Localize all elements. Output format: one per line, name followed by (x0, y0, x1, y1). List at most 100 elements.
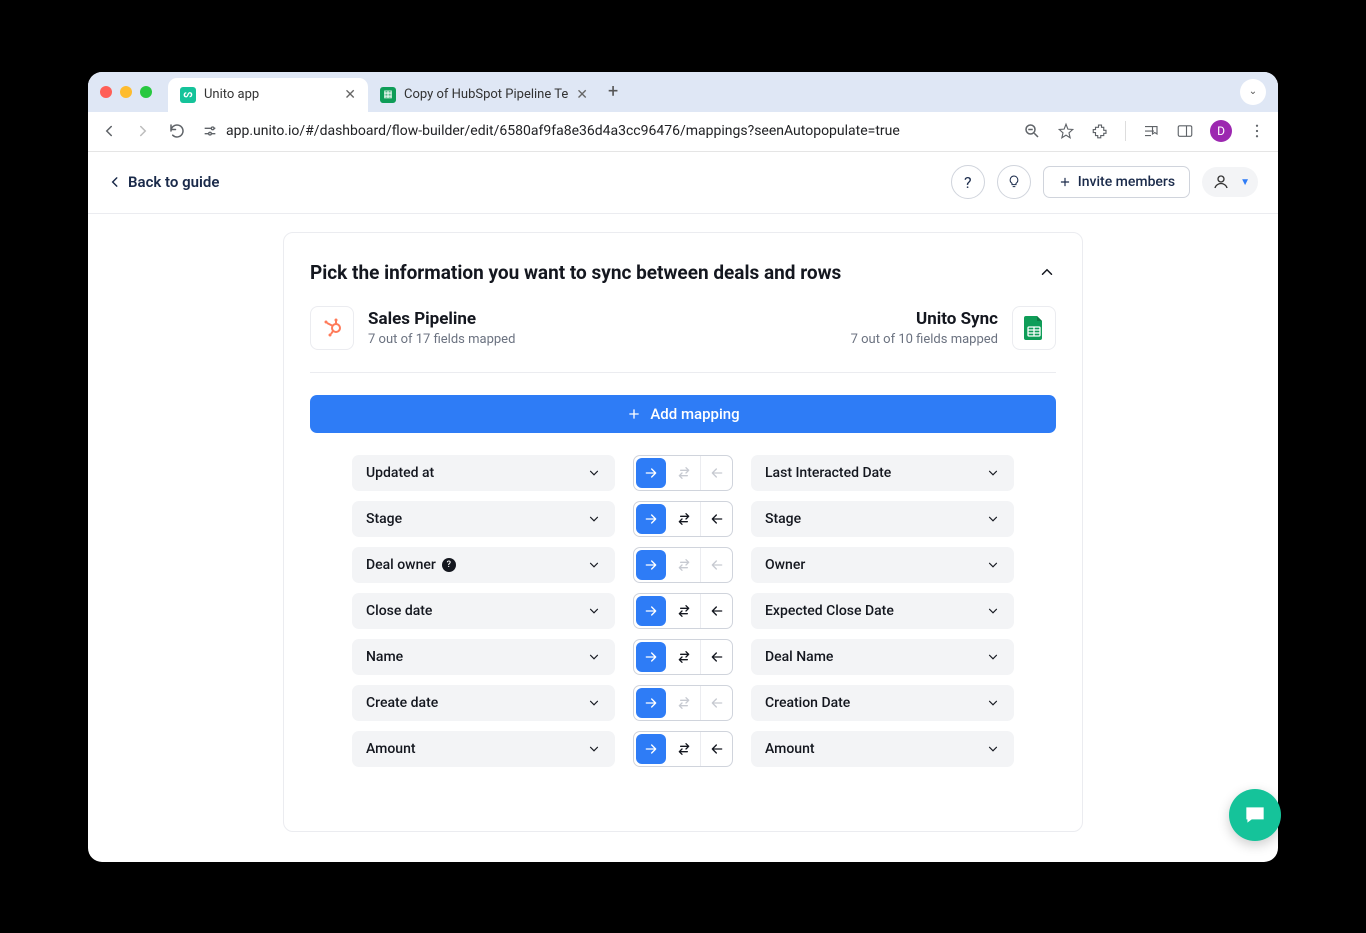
source-field-select[interactable]: Updated at (352, 455, 615, 491)
back-button[interactable] (100, 122, 118, 140)
reload-button[interactable] (168, 122, 186, 140)
direction-both-button[interactable] (668, 502, 700, 536)
tab-title: Unito app (204, 87, 259, 102)
forward-button[interactable] (134, 122, 152, 140)
caret-down-icon: ▼ (1240, 177, 1250, 188)
target-field-select[interactable]: Expected Close Date (751, 593, 1014, 629)
browser-tab-active[interactable]: ᔕ Unito app ✕ (168, 78, 368, 112)
direction-toggle (633, 731, 733, 767)
zoom-icon[interactable] (1023, 122, 1041, 140)
direction-left-button (700, 686, 732, 720)
field-label: Stage (765, 511, 801, 527)
field-label: Amount (366, 741, 416, 757)
close-tab-icon[interactable]: ✕ (344, 87, 356, 103)
target-field-select[interactable]: Deal Name (751, 639, 1014, 675)
tips-button[interactable] (997, 165, 1031, 199)
back-label: Back to guide (128, 173, 219, 191)
field-label: Expected Close Date (765, 603, 894, 619)
direction-right-button[interactable] (636, 596, 666, 626)
target-field-select[interactable]: Last Interacted Date (751, 455, 1014, 491)
direction-both-button (668, 686, 700, 720)
target-field-select[interactable]: Amount (751, 731, 1014, 767)
close-window-btn[interactable] (100, 86, 112, 98)
target-field-select[interactable]: Owner (751, 547, 1014, 583)
divider (310, 372, 1056, 373)
chat-widget[interactable] (1229, 789, 1281, 841)
source-field-select[interactable]: Amount (352, 731, 615, 767)
source-field-select[interactable]: Deal owner? (352, 547, 615, 583)
chevron-down-icon (986, 558, 1000, 572)
direction-right-button[interactable] (636, 504, 666, 534)
card-title: Pick the information you want to sync be… (310, 261, 841, 284)
field-label: Name (366, 649, 403, 665)
source-field-select[interactable]: Close date (352, 593, 615, 629)
new-tab-button[interactable]: + (608, 81, 618, 102)
direction-left-button[interactable] (700, 732, 732, 766)
field-label: Updated at (366, 465, 434, 481)
site-settings-icon[interactable] (202, 123, 218, 139)
chevron-down-icon (986, 742, 1000, 756)
target-field-select[interactable]: Creation Date (751, 685, 1014, 721)
browser-tab-inactive[interactable]: ▦ Copy of HubSpot Pipeline Te ✕ (368, 78, 600, 112)
source-field-select[interactable]: Stage (352, 501, 615, 537)
mapping-row: Amount Amount (352, 731, 1014, 767)
direction-right-button[interactable] (636, 688, 666, 718)
info-icon[interactable]: ? (442, 558, 456, 572)
close-tab-icon[interactable]: ✕ (576, 87, 588, 103)
chrome-menu-icon[interactable] (1248, 122, 1266, 140)
direction-left-button (700, 548, 732, 582)
direction-right-button[interactable] (636, 550, 666, 580)
chevron-down-icon (986, 604, 1000, 618)
bookmark-icon[interactable] (1057, 122, 1075, 140)
add-mapping-button[interactable]: Add mapping (310, 395, 1056, 433)
mapping-row: Create date Creation Date (352, 685, 1014, 721)
direction-both-button (668, 456, 700, 490)
source-field-select[interactable]: Name (352, 639, 615, 675)
direction-both-button[interactable] (668, 732, 700, 766)
invite-members-button[interactable]: Invite members (1043, 166, 1190, 198)
direction-toggle (633, 593, 733, 629)
direction-both-button (668, 548, 700, 582)
maximize-window-btn[interactable] (140, 86, 152, 98)
browser-tab-strip: ᔕ Unito app ✕ ▦ Copy of HubSpot Pipeline… (88, 72, 1278, 112)
direction-right-button[interactable] (636, 642, 666, 672)
direction-right-button[interactable] (636, 458, 666, 488)
help-button[interactable]: ? (951, 165, 985, 199)
direction-left-button[interactable] (700, 502, 732, 536)
toolbar-divider (1125, 121, 1126, 141)
tab-overflow-button[interactable]: ⌄ (1240, 79, 1266, 105)
direction-both-button[interactable] (668, 640, 700, 674)
chevron-down-icon (587, 650, 601, 664)
minimize-window-btn[interactable] (120, 86, 132, 98)
direction-left-button[interactable] (700, 640, 732, 674)
direction-left-button[interactable] (700, 594, 732, 628)
direction-right-button[interactable] (636, 734, 666, 764)
direction-toggle (633, 685, 733, 721)
browser-toolbar: app.unito.io/#/dashboard/flow-builder/ed… (88, 112, 1278, 152)
tab-title: Copy of HubSpot Pipeline Te (404, 87, 568, 102)
direction-both-button[interactable] (668, 594, 700, 628)
chevron-down-icon (587, 742, 601, 756)
field-label: Owner (765, 557, 805, 573)
side-panel-icon[interactable] (1176, 122, 1194, 140)
sheets-icon (1012, 306, 1056, 350)
direction-toggle (633, 639, 733, 675)
mapping-row: Stage Stage (352, 501, 1014, 537)
back-to-guide-link[interactable]: Back to guide (108, 173, 219, 191)
reading-list-icon[interactable] (1142, 122, 1160, 140)
direction-toggle (633, 501, 733, 537)
extensions-icon[interactable] (1091, 122, 1109, 140)
field-label: Last Interacted Date (765, 465, 891, 481)
chevron-down-icon (587, 604, 601, 618)
mapping-row: Name Deal Name (352, 639, 1014, 675)
direction-toggle (633, 547, 733, 583)
profile-avatar[interactable]: D (1210, 120, 1232, 142)
source-subtitle: 7 out of 17 fields mapped (368, 332, 515, 347)
target-field-select[interactable]: Stage (751, 501, 1014, 537)
address-bar[interactable]: app.unito.io/#/dashboard/flow-builder/ed… (202, 123, 1007, 139)
source-connection: Sales Pipeline 7 out of 17 fields mapped (310, 306, 515, 350)
collapse-card-button[interactable] (1038, 263, 1056, 281)
chevron-down-icon (587, 512, 601, 526)
profile-menu[interactable]: ▼ (1202, 167, 1258, 197)
source-field-select[interactable]: Create date (352, 685, 615, 721)
